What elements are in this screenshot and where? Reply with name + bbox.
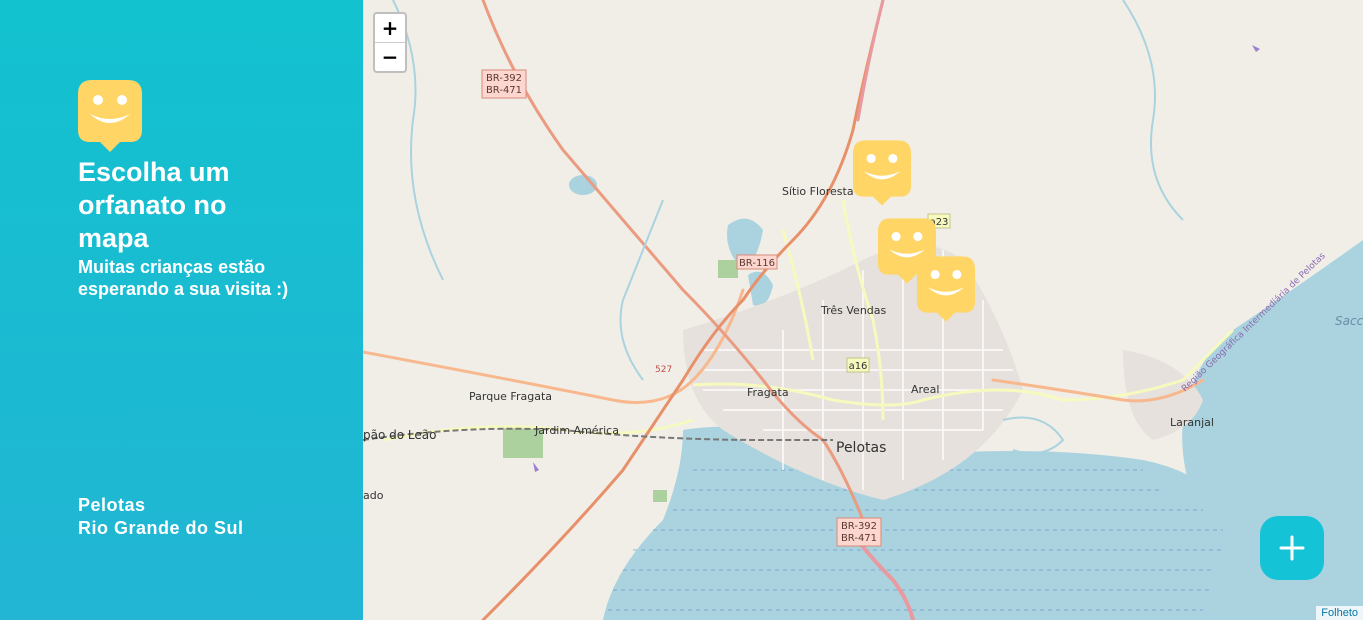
smile-marker-icon bbox=[853, 140, 911, 206]
smile-marker-icon bbox=[78, 80, 142, 152]
plus-icon bbox=[1279, 535, 1305, 561]
road-label-527: 527 bbox=[655, 365, 672, 375]
orphanage-marker[interactable] bbox=[917, 256, 975, 322]
place-laranjal: Laranjal bbox=[1170, 416, 1214, 429]
page-title: Escolha um orfanato no mapa bbox=[78, 157, 230, 253]
location-info: Pelotas Rio Grande do Sul bbox=[78, 494, 244, 540]
place-ado: ado bbox=[363, 489, 384, 502]
sidebar: Escolha um orfanato no mapa Muitas crian… bbox=[0, 0, 363, 620]
map-attribution[interactable]: Folheto bbox=[1316, 606, 1363, 620]
road-shield-br392-top: BR-392 bbox=[486, 73, 522, 84]
smile-marker-icon bbox=[917, 256, 975, 322]
place-parque-fragata: Parque Fragata bbox=[469, 390, 552, 403]
place-fragata: Fragata bbox=[747, 386, 789, 399]
map-tiles: BR-392 BR-471 BR-116 BR-392 BR-471 a23 a… bbox=[363, 0, 1363, 620]
road-shield-br471-bottom: BR-471 bbox=[841, 533, 877, 544]
location-state: Rio Grande do Sul bbox=[78, 518, 244, 538]
place-pelotas: Pelotas bbox=[836, 440, 886, 456]
zoom-control: + − bbox=[373, 12, 407, 73]
road-shield-br392-bottom: BR-392 bbox=[841, 521, 877, 532]
map[interactable]: BR-392 BR-471 BR-116 BR-392 BR-471 a23 a… bbox=[363, 0, 1363, 620]
road-shield-br116: BR-116 bbox=[739, 258, 775, 269]
place-sacc: Sacc bbox=[1335, 314, 1363, 328]
place-tres-vendas: Três Vendas bbox=[820, 304, 887, 317]
orphanage-marker[interactable] bbox=[853, 140, 911, 206]
zoom-out-button[interactable]: − bbox=[375, 42, 405, 71]
road-shield-br471-top: BR-471 bbox=[486, 85, 522, 96]
add-orphanage-button[interactable] bbox=[1260, 516, 1324, 580]
place-areal: Areal bbox=[911, 383, 939, 396]
page-subtitle: Muitas crianças estão esperando a sua vi… bbox=[78, 257, 289, 299]
zoom-in-button[interactable]: + bbox=[375, 14, 405, 42]
place-sitio-floresta: Sítio Floresta bbox=[782, 185, 854, 198]
place-jardim-america: Jardim América bbox=[534, 424, 619, 437]
place-capao-do-leao: pão do Leão bbox=[363, 428, 436, 442]
location-city: Pelotas bbox=[78, 495, 146, 515]
road-shield-a16: a16 bbox=[849, 361, 868, 372]
